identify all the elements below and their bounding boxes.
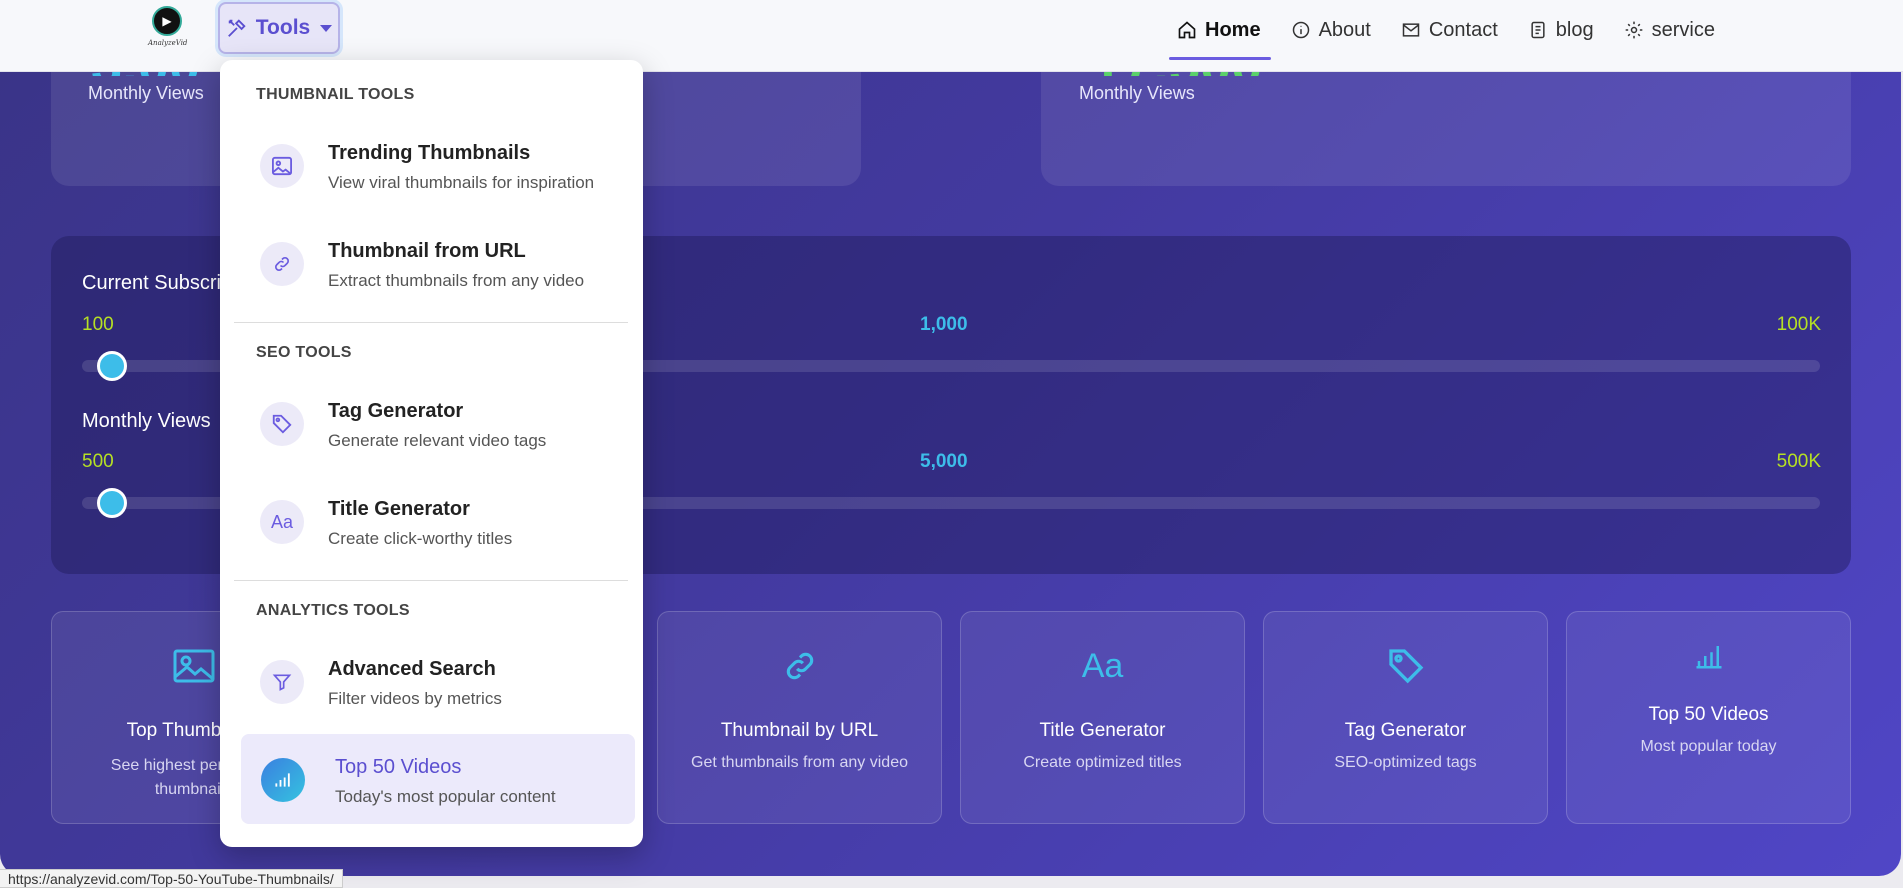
menu-item-subtitle: Today's most popular content (335, 787, 556, 806)
menu-item-title: Top 50 Videos (335, 756, 462, 778)
page: ▶ AnalyzeVid Tools Home About Contact bl… (0, 0, 1903, 888)
views-slider-label: Monthly Views (82, 410, 211, 432)
subscribers-min: 100 (82, 314, 114, 335)
menu-item-subtitle: Extract thumbnails from any video (328, 271, 585, 290)
nav-service-link[interactable]: service (1624, 1, 1715, 59)
views-slider-thumb[interactable] (97, 488, 127, 518)
document-icon (1531, 21, 1545, 39)
status-bar-url: https://analyzevid.com/Top-50-YouTube-Th… (0, 869, 343, 888)
tile-top-50-videos[interactable]: Top 50 Videos Most popular today (1566, 611, 1851, 824)
site-logo[interactable]: ▶ AnalyzeVid (148, 6, 190, 48)
tile-subtitle: SEO-optimized tags (1334, 754, 1477, 771)
nav-service-label: service (1651, 18, 1715, 41)
menu-divider (234, 322, 628, 323)
menu-item-subtitle: View viral thumbnails for inspiration (328, 173, 595, 192)
bar-chart-icon (261, 758, 305, 802)
link-icon (658, 646, 941, 686)
tile-thumbnail-by-url[interactable]: Thumbnail by URL Get thumbnails from any… (657, 611, 942, 824)
tile-title: Top 50 Videos (1648, 704, 1769, 725)
nav-links: Home About Contact blog service (1169, 0, 1745, 60)
nav-about-label: About (1318, 18, 1371, 41)
subscribers-slider-thumb[interactable] (97, 351, 127, 381)
nav-home-label: Home (1205, 18, 1261, 41)
nav-contact-label: Contact (1428, 18, 1498, 41)
subscribers-current: 1,000 (920, 314, 968, 335)
menu-item-title: Tag Generator (328, 400, 464, 422)
stat-left-label: Monthly Views (88, 83, 204, 103)
nav-blog-label: blog (1555, 18, 1594, 41)
home-icon (1178, 21, 1196, 39)
menu-divider (234, 580, 628, 581)
views-max: 500K (1776, 451, 1821, 472)
tile-title: Tag Generator (1344, 720, 1467, 741)
tile-title: Thumbnail by URL (720, 720, 879, 741)
nav-blog-link[interactable]: blog (1528, 1, 1594, 59)
menu-item-advanced-search[interactable]: Advanced Search Filter videos by metrics (240, 636, 634, 726)
tile-title: Title Generator (1039, 720, 1166, 741)
views-min: 500 (82, 451, 114, 472)
menu-item-trending-thumbnails[interactable]: Trending Thumbnails View viral thumbnail… (240, 120, 634, 210)
tile-tag-generator[interactable]: Tag Generator SEO-optimized tags (1263, 611, 1548, 824)
tools-icon (227, 19, 246, 37)
stat-right-label: Monthly Views (1079, 83, 1195, 103)
views-current: 5,000 (920, 451, 968, 472)
mail-icon (1402, 23, 1420, 37)
tile-title-generator[interactable]: Aa Title Generator Create optimized titl… (960, 611, 1245, 824)
tools-dropdown-menu: THUMBNAIL TOOLS Trending Thumbnails View… (220, 60, 643, 847)
menu-item-title: Title Generator (328, 498, 470, 520)
tile-subtitle: Most popular today (1640, 738, 1777, 755)
logo-text: AnalyzeVid (148, 39, 188, 47)
menu-section-seo-tools: SEO TOOLS (256, 344, 352, 361)
bar-chart-icon (1567, 636, 1850, 676)
link-icon (260, 242, 304, 286)
gear-icon (1625, 21, 1642, 39)
play-icon: ▶ (152, 6, 182, 36)
nav-about-link[interactable]: About (1291, 1, 1371, 59)
menu-item-title: Trending Thumbnails (328, 142, 531, 164)
menu-item-title: Thumbnail from URL (328, 240, 526, 262)
menu-section-analytics-tools: ANALYTICS TOOLS (256, 602, 410, 619)
menu-item-title: Advanced Search (328, 658, 496, 680)
tag-icon (1264, 646, 1547, 686)
menu-item-top-50-videos[interactable]: Top 50 Videos Today's most popular conte… (241, 734, 635, 824)
menu-item-tag-generator[interactable]: Tag Generator Generate relevant video ta… (240, 378, 634, 468)
nav-contact-link[interactable]: Contact (1401, 1, 1498, 59)
filter-icon (260, 660, 304, 704)
caret-down-icon (320, 24, 333, 32)
tag-icon (260, 402, 304, 446)
tools-label: Tools (255, 16, 311, 39)
tile-subtitle: Get thumbnails from any video (691, 754, 908, 771)
menu-item-title-generator[interactable]: Aa Title Generator Create click-worthy t… (240, 476, 634, 566)
image-icon (260, 144, 304, 188)
text-icon: Aa (1081, 646, 1124, 685)
menu-item-thumbnail-from-url[interactable]: Thumbnail from URL Extract thumbnails fr… (240, 218, 634, 308)
menu-item-subtitle: Filter videos by metrics (328, 689, 502, 708)
menu-item-subtitle: Create click-worthy titles (328, 529, 513, 548)
menu-section-thumbnail-tools: THUMBNAIL TOOLS (256, 86, 415, 103)
subscribers-max: 100K (1776, 314, 1821, 335)
menu-item-subtitle: Generate relevant video tags (328, 431, 547, 450)
tile-subtitle: Create optimized titles (1023, 754, 1182, 771)
nav-home-link[interactable]: Home (1169, 1, 1271, 60)
text-icon: Aa (260, 500, 304, 544)
tools-dropdown-button[interactable]: Tools (218, 2, 340, 54)
info-icon (1292, 21, 1309, 39)
